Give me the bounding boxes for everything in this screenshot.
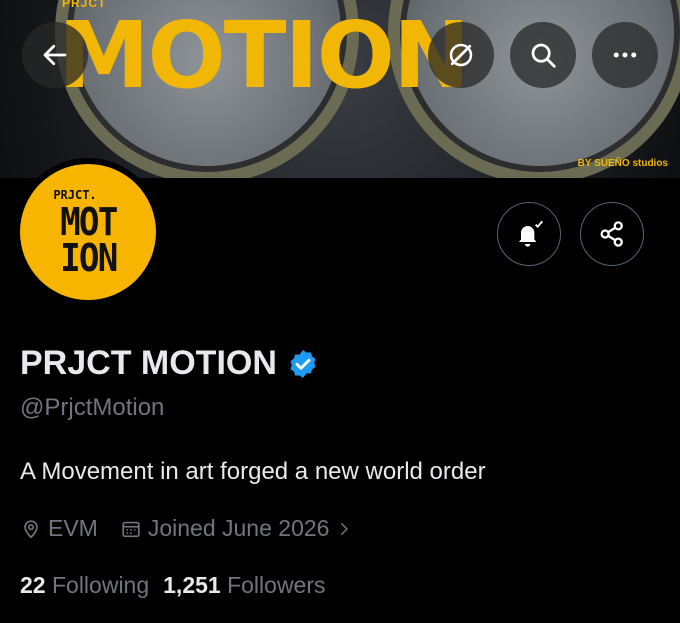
calendar-icon — [122, 521, 140, 537]
joined-text: Joined June 2026 — [147, 515, 330, 541]
profile-name: PRJCT MOTION — [20, 344, 319, 383]
profile-meta: EVM Joined June 2026 — [20, 515, 375, 542]
followers-label: Followers — [227, 572, 326, 598]
profile-bio: A Movement in art forged a new world ord… — [20, 458, 486, 485]
avatar[interactable]: PRJCT. MOT ION — [14, 158, 162, 306]
following-count: 22 — [20, 572, 46, 598]
chevron-right-icon — [341, 522, 349, 535]
location-text: EVM — [48, 515, 98, 541]
profile-banner[interactable]: PRJCT MOTION BY SUEÑO studios — [0, 0, 680, 178]
avatar-line-1: MOT — [59, 200, 118, 244]
followers-link[interactable]: 1,251 Followers — [163, 572, 325, 599]
share-button[interactable] — [580, 202, 644, 266]
back-button[interactable] — [22, 22, 88, 88]
followers-count: 1,251 — [163, 572, 221, 598]
joined-item[interactable]: Joined June 2026 — [120, 515, 354, 542]
avatar-line-2: ION — [59, 236, 118, 280]
grok-button[interactable] — [428, 22, 494, 88]
location-pin-icon — [24, 519, 38, 538]
verified-badge-icon[interactable] — [287, 348, 319, 380]
more-dots-icon — [613, 52, 637, 58]
location-item: EVM — [20, 515, 98, 542]
banner-title: MOTION — [58, 2, 470, 109]
following-link[interactable]: 22 Following — [20, 572, 149, 599]
bell-check-icon — [519, 220, 544, 247]
search-button[interactable] — [510, 22, 576, 88]
notify-button[interactable] — [497, 202, 561, 266]
arrow-left-icon — [43, 44, 67, 66]
profile-handle: @PrjctMotion — [20, 394, 165, 421]
avatar-logo: PRJCT. MOT ION — [20, 164, 156, 300]
more-button[interactable] — [592, 22, 658, 88]
following-label: Following — [51, 572, 150, 598]
banner-subtitle: BY SUEÑO studios — [577, 158, 668, 169]
profile-name-text: PRJCT MOTION — [20, 344, 277, 382]
slash-circle-icon — [449, 43, 473, 67]
follow-stats: 22 Following 1,251 Followers — [20, 572, 326, 599]
search-icon — [531, 43, 556, 68]
share-icon — [600, 221, 623, 247]
